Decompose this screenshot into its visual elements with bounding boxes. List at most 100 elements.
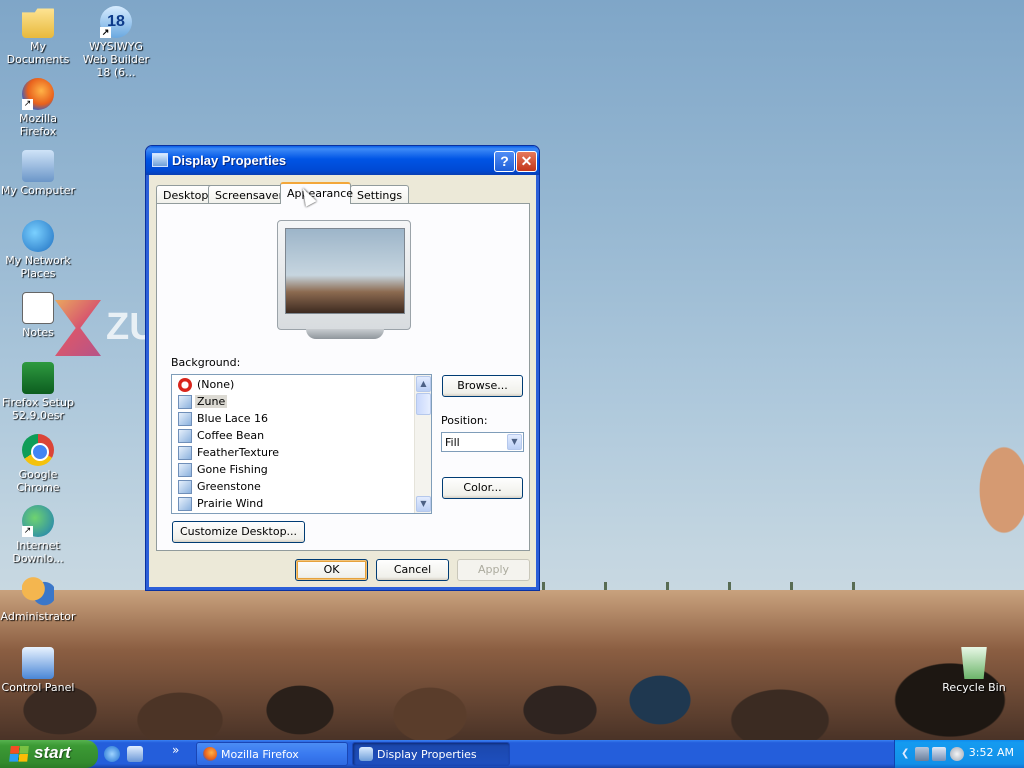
- chrome-icon: [22, 434, 54, 466]
- taskbar-button-display-properties[interactable]: Display Properties: [352, 742, 510, 766]
- desktop-icon-my-computer[interactable]: My Computer: [0, 150, 76, 197]
- desktop-icon-google-chrome[interactable]: Google Chrome: [0, 434, 76, 494]
- list-item-label: Coffee Bean: [197, 429, 265, 442]
- scroll-down-button[interactable]: ▼: [416, 496, 431, 512]
- firefox-icon: [203, 747, 217, 761]
- list-item-label: FeatherTexture: [197, 446, 280, 459]
- desktop-icon-my-network-places[interactable]: My Network Places: [0, 220, 76, 280]
- list-item-label: Zune: [195, 395, 228, 408]
- internet-explorer-icon[interactable]: [104, 746, 120, 762]
- help-button[interactable]: ?: [494, 151, 515, 172]
- color-button[interactable]: Color...: [442, 477, 523, 499]
- position-label: Position:: [441, 414, 488, 427]
- clock[interactable]: 3:52 AM: [969, 746, 1014, 759]
- list-item[interactable]: Greenstone: [175, 479, 411, 495]
- tab-settings[interactable]: Settings: [350, 185, 410, 204]
- desktop-icon-internet-download-manager[interactable]: Internet Downlo...: [0, 505, 76, 565]
- desktop-icon-notes[interactable]: Notes: [0, 292, 76, 339]
- list-item-label: Blue Lace 16: [197, 412, 269, 425]
- desktop-icon-wysiwyg-web-builder[interactable]: 18 WYSIWYG Web Builder 18 (6...: [78, 6, 154, 79]
- control-panel-icon: [22, 647, 54, 679]
- background-label: Background:: [171, 356, 241, 369]
- list-item[interactable]: FeatherTexture: [175, 445, 411, 461]
- browse-button[interactable]: Browse...: [442, 375, 523, 397]
- tray-collapse-icon[interactable]: ❮: [901, 747, 911, 761]
- network-places-icon: [22, 220, 54, 252]
- list-item[interactable]: Prairie Wind: [175, 496, 411, 512]
- monitor-preview: [277, 220, 411, 339]
- close-button[interactable]: ✕: [516, 151, 537, 172]
- system-tray: ❮ 3:52 AM: [894, 740, 1024, 768]
- image-file-icon: [178, 446, 192, 460]
- wysiwyg-badge: 18: [107, 13, 125, 30]
- cancel-button[interactable]: Cancel: [376, 559, 449, 581]
- desktop: ZU My Documents 18 WYSIWYG Web Builder 1…: [0, 0, 1024, 740]
- scroll-up-button[interactable]: ▲: [416, 376, 431, 392]
- desktop-icon-administrator[interactable]: Administrator: [0, 576, 76, 623]
- desktop-icon-control-panel[interactable]: Control Panel: [0, 647, 76, 694]
- ok-button[interactable]: OK: [295, 559, 368, 581]
- background-list-scrollbar[interactable]: ▲ ▼: [414, 375, 431, 513]
- display-properties-icon: [152, 153, 168, 167]
- wallpaper-preview: [285, 228, 405, 314]
- taskbar-button-mozilla-firefox[interactable]: Mozilla Firefox: [196, 742, 348, 766]
- recycle-bin-icon: [961, 647, 987, 679]
- chevron-down-icon[interactable]: ▼: [507, 434, 522, 450]
- wallpaper-raised-hand: [944, 430, 1024, 550]
- network-icon[interactable]: [915, 747, 929, 761]
- list-item-label: (None): [197, 378, 235, 391]
- desktop-icon-recycle-bin[interactable]: Recycle Bin: [936, 647, 1012, 694]
- volume-icon[interactable]: [950, 747, 964, 761]
- tab-desktop[interactable]: Desktop: [156, 185, 216, 204]
- taskbar-button-label: Display Properties: [377, 748, 477, 761]
- tab-screensaver[interactable]: Screensaver: [208, 185, 291, 204]
- list-item[interactable]: (None): [175, 377, 411, 393]
- quick-launch-overflow-button[interactable]: »: [172, 743, 179, 757]
- windows-logo-icon: [9, 746, 29, 762]
- administrator-icon: [22, 576, 54, 608]
- background-list[interactable]: (None) Zune Blue Lace 16 Coffee Bean Fea…: [171, 374, 432, 514]
- desktop-icon-firefox-setup[interactable]: Firefox Setup 52.9.0esr: [0, 362, 76, 422]
- desktop-icon-label: Google Chrome: [16, 468, 60, 494]
- list-item-label: Gone Fishing: [197, 463, 268, 476]
- image-file-icon: [178, 497, 192, 511]
- firefox-icon: [22, 78, 54, 110]
- firefox-setup-icon: [22, 362, 54, 394]
- desktop-icon-label: My Network Places: [5, 254, 71, 280]
- desktop-icon-mozilla-firefox[interactable]: Mozilla Firefox: [0, 78, 76, 138]
- list-item-selected[interactable]: Zune: [175, 394, 411, 410]
- wallpaper-crowd: [0, 590, 1024, 740]
- network-connections-icon[interactable]: [932, 747, 946, 761]
- image-file-icon: [178, 463, 192, 477]
- apply-button[interactable]: Apply: [457, 559, 530, 581]
- internet-download-manager-icon: [22, 505, 54, 537]
- start-button[interactable]: start: [0, 740, 98, 768]
- list-item[interactable]: Blue Lace 16: [175, 411, 411, 427]
- image-file-icon: [178, 395, 192, 409]
- desktop-icon-label: Recycle Bin: [942, 681, 1006, 694]
- desktop-icon-label: Administrator: [0, 610, 76, 623]
- notes-icon: [22, 292, 54, 324]
- display-properties-icon: [359, 747, 373, 761]
- desktop-icon-label: Mozilla Firefox: [19, 112, 57, 138]
- show-desktop-icon[interactable]: [127, 746, 143, 762]
- image-file-icon: [178, 429, 192, 443]
- list-item[interactable]: Coffee Bean: [175, 428, 411, 444]
- position-select[interactable]: Fill ▼: [441, 432, 524, 452]
- my-computer-icon: [22, 150, 54, 182]
- monitor-stand: [306, 329, 384, 339]
- desktop-icon-label: WYSIWYG Web Builder 18 (6...: [82, 40, 150, 79]
- taskbar-button-label: Mozilla Firefox: [221, 748, 299, 761]
- dialog-titlebar[interactable]: Display Properties ? ✕: [146, 146, 539, 175]
- desktop-icon-label: Firefox Setup 52.9.0esr: [2, 396, 74, 422]
- taskbar: start » Mozilla Firefox Display Properti…: [0, 740, 1024, 768]
- dialog-title: Display Properties: [172, 153, 287, 168]
- desktop-icon-my-documents[interactable]: My Documents: [0, 6, 76, 66]
- list-item[interactable]: Gone Fishing: [175, 462, 411, 478]
- desktop-icon-label: Internet Downlo...: [12, 539, 64, 565]
- customize-desktop-button[interactable]: Customize Desktop...: [172, 521, 305, 543]
- scroll-thumb[interactable]: [416, 393, 431, 415]
- desktop-icon-label: My Computer: [0, 184, 76, 197]
- position-value: Fill: [445, 436, 460, 449]
- list-item-label: Greenstone: [197, 480, 261, 493]
